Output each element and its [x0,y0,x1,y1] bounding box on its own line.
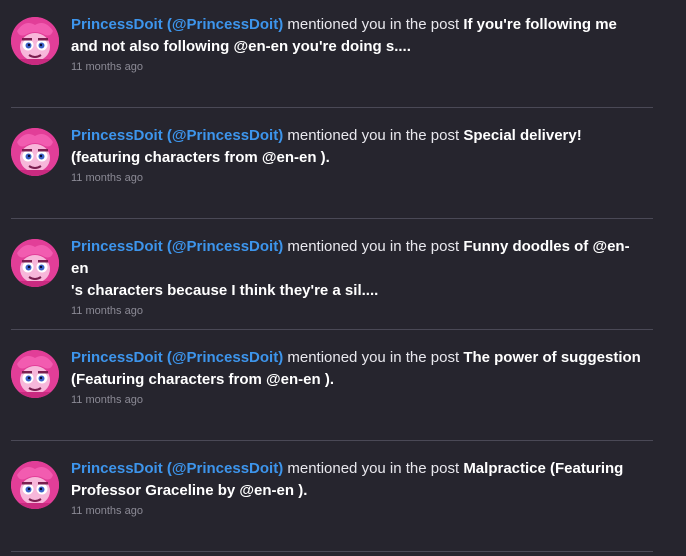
divider [11,329,653,330]
notification-text-line2: 's characters because I think they're a … [71,280,643,302]
notification-text-line2: (Featuring characters from @en-en ). [71,369,643,391]
username-link[interactable]: PrincessDoit (@PrincessDoit) [71,16,283,33]
notification-text-line2: (featuring characters from @en-en ). [71,147,643,169]
notification-text: PrincessDoit (@PrincessDoit) mentioned y… [71,14,643,36]
notification-action: mentioned you in the post [283,238,464,255]
princess-avatar-icon [11,17,59,65]
post-title-link[interactable]: If you're following me [463,16,617,33]
notification-text: PrincessDoit (@PrincessDoit) mentioned y… [71,125,643,147]
user-avatar[interactable] [11,461,59,509]
princess-avatar-icon [11,461,59,509]
username-link[interactable]: PrincessDoit (@PrincessDoit) [71,238,283,255]
notification-item: PrincessDoit (@PrincessDoit) mentioned y… [0,111,686,222]
notification-text-line2: Professor Graceline by @en-en ). [71,480,643,502]
post-title-link-continued[interactable]: (featuring characters from @en-en ). [71,149,330,166]
post-title-link-continued[interactable]: 's characters because I think they're a … [71,282,378,299]
timestamp: 11 months ago [71,172,143,184]
princess-avatar-icon [11,350,59,398]
notification-content: PrincessDoit (@PrincessDoit) mentioned y… [71,458,643,518]
notification-item: PrincessDoit (@PrincessDoit) mentioned y… [0,444,686,555]
timestamp: 11 months ago [71,61,143,73]
notification-text-line2: and not also following @en-en you're doi… [71,36,643,58]
notification-list: PrincessDoit (@PrincessDoit) mentioned y… [0,0,686,556]
notification-text: PrincessDoit (@PrincessDoit) mentioned y… [71,347,643,369]
divider [11,440,653,441]
princess-avatar-icon [11,128,59,176]
user-avatar[interactable] [11,350,59,398]
divider [11,107,653,108]
post-title-link-continued[interactable]: (Featuring characters from @en-en ). [71,371,334,388]
notification-content: PrincessDoit (@PrincessDoit) mentioned y… [71,14,643,74]
post-title-link[interactable]: Malpractice (Featuring [463,460,623,477]
divider [11,218,653,219]
notification-content: PrincessDoit (@PrincessDoit) mentioned y… [71,125,643,185]
user-avatar[interactable] [11,239,59,287]
timestamp: 11 months ago [71,394,143,406]
notification-action: mentioned you in the post [283,127,464,144]
notification-text: PrincessDoit (@PrincessDoit) mentioned y… [71,236,643,280]
timestamp: 11 months ago [71,305,143,317]
notification-text: PrincessDoit (@PrincessDoit) mentioned y… [71,458,643,480]
divider [11,551,653,552]
post-title-link[interactable]: The power of suggestion [463,349,641,366]
notification-item: PrincessDoit (@PrincessDoit) mentioned y… [0,0,686,111]
post-title-link-continued[interactable]: Professor Graceline by @en-en ). [71,482,307,499]
username-link[interactable]: PrincessDoit (@PrincessDoit) [71,460,283,477]
notification-item: PrincessDoit (@PrincessDoit) mentioned y… [0,222,686,333]
username-link[interactable]: PrincessDoit (@PrincessDoit) [71,349,283,366]
notification-action: mentioned you in the post [283,349,464,366]
user-avatar[interactable] [11,17,59,65]
post-title-link-continued[interactable]: and not also following @en-en you're doi… [71,38,411,55]
notification-content: PrincessDoit (@PrincessDoit) mentioned y… [71,347,643,407]
post-title-link[interactable]: Special delivery! [463,127,581,144]
princess-avatar-icon [11,239,59,287]
username-link[interactable]: PrincessDoit (@PrincessDoit) [71,127,283,144]
notification-action: mentioned you in the post [283,460,464,477]
timestamp: 11 months ago [71,505,143,517]
user-avatar[interactable] [11,128,59,176]
notification-content: PrincessDoit (@PrincessDoit) mentioned y… [71,236,643,318]
notification-action: mentioned you in the post [283,16,464,33]
notification-item: PrincessDoit (@PrincessDoit) mentioned y… [0,333,686,444]
